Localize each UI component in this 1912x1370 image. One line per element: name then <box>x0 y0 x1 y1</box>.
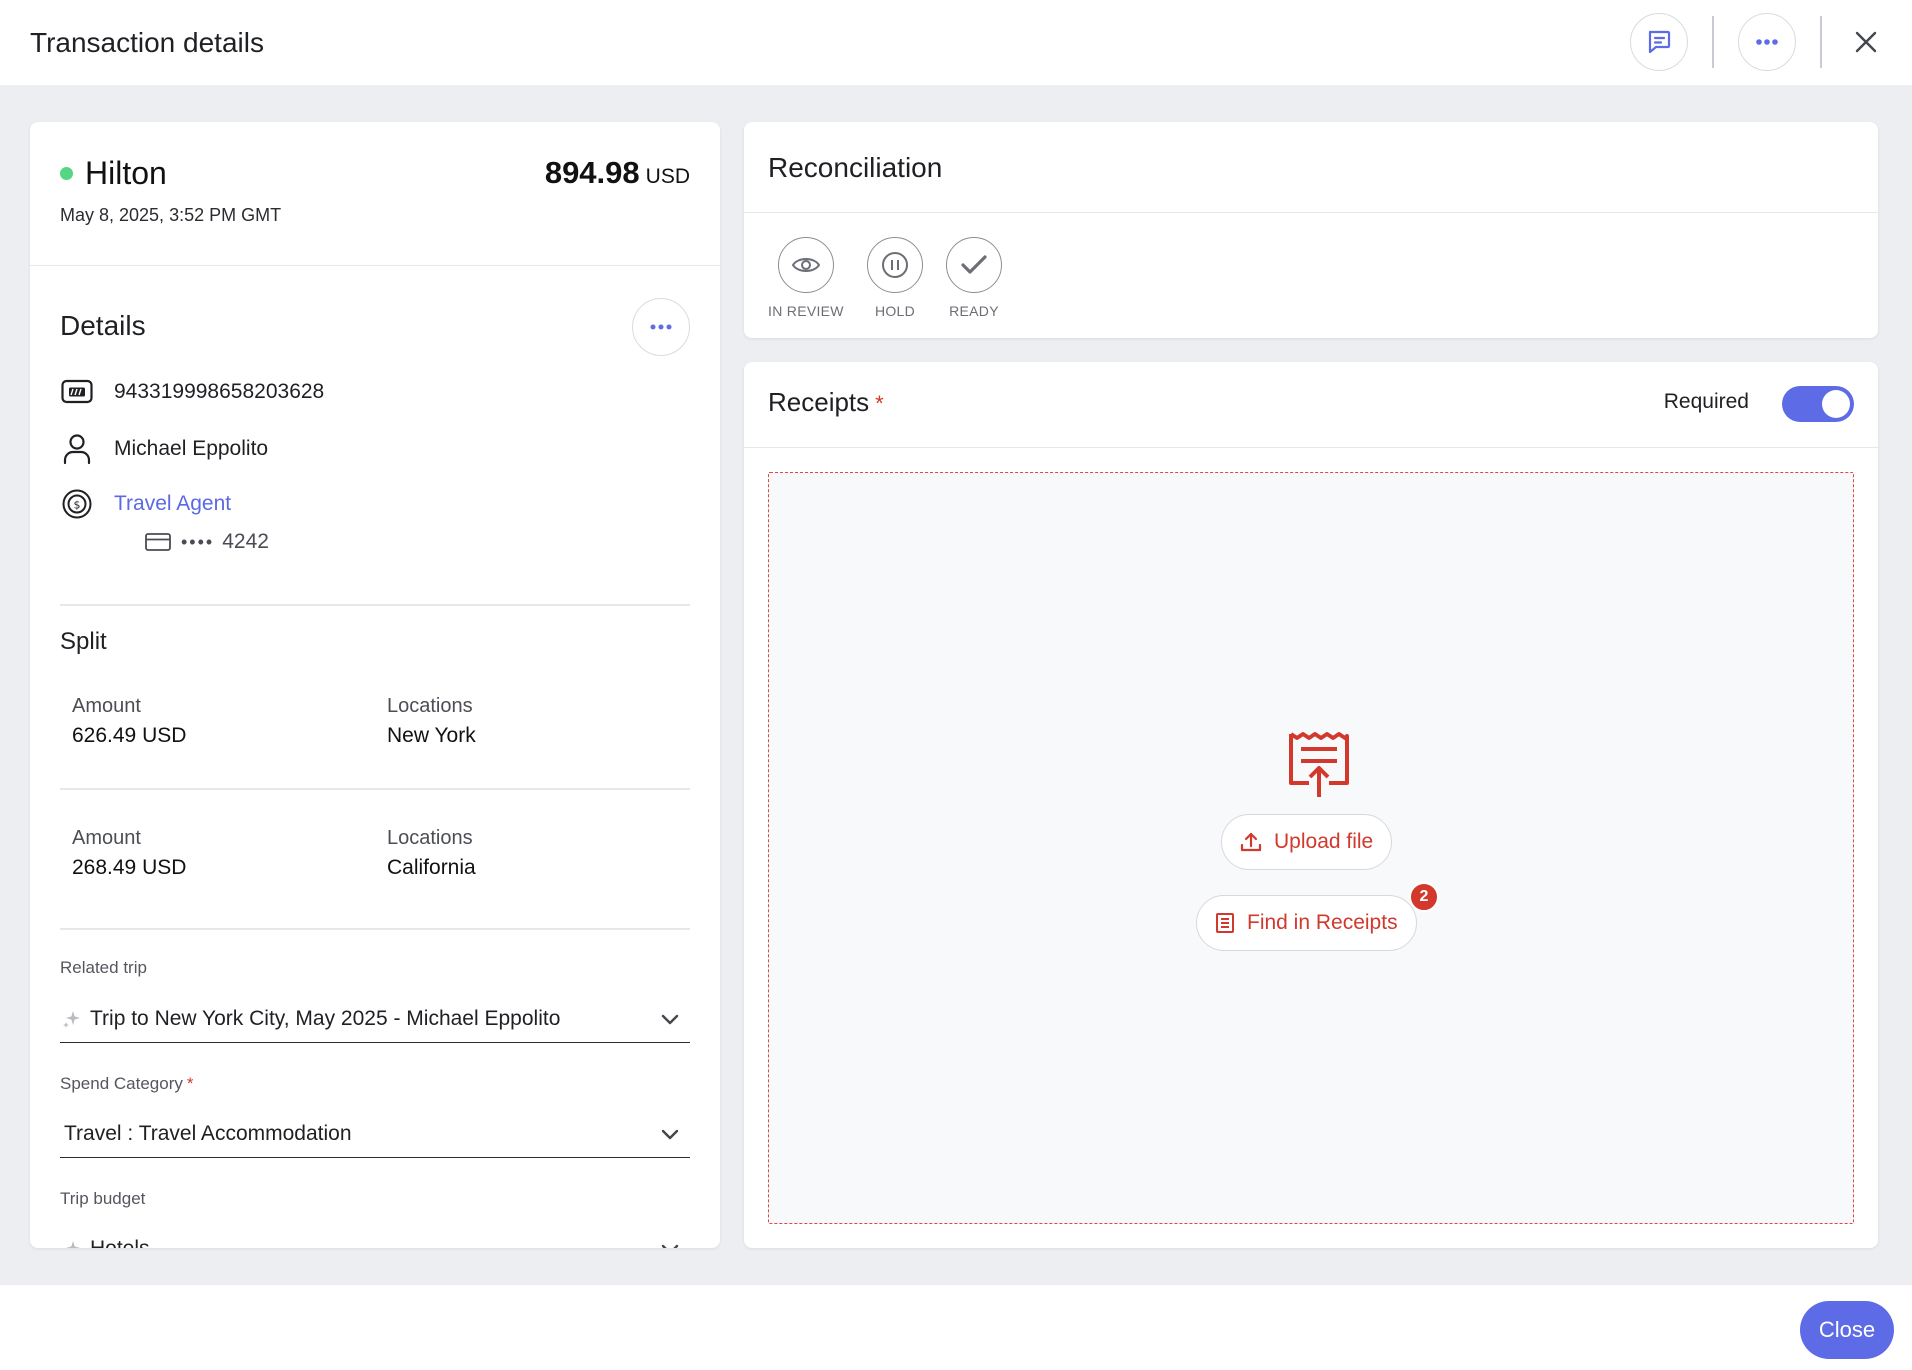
toggle-knob <box>1822 390 1850 418</box>
reconciliation-heading: Reconciliation <box>744 122 1878 213</box>
pause-icon <box>867 237 923 293</box>
related-trip-label: Related trip <box>60 958 147 977</box>
split-amount-label: Amount <box>72 695 141 717</box>
transaction-date: May 8, 2025, 3:52 PM GMT <box>60 205 282 225</box>
comments-button[interactable] <box>1630 13 1688 71</box>
receipt-dropzone[interactable]: Upload file Find in Receipts 2 <box>768 472 1854 1224</box>
sparkle-icon <box>62 1009 86 1029</box>
cardholder-row: Michael Eppolito <box>60 432 268 466</box>
transaction-id-row: 943319998658203628 <box>60 375 324 409</box>
split-location-value: California <box>387 856 476 879</box>
merchant-name: Hilton <box>85 155 167 191</box>
split-amount-value: 626.49 USD <box>72 724 187 747</box>
more-horizontal-icon <box>1756 39 1778 45</box>
required-toggle[interactable] <box>1782 386 1854 422</box>
chevron-down-icon <box>658 1013 682 1025</box>
divider <box>60 788 690 790</box>
split-heading: Split <box>60 628 107 655</box>
card-mask-dots: •••• <box>181 531 215 552</box>
status-label: READY <box>949 303 999 319</box>
receipts-card: Receipts * Required Upload file Find in … <box>744 362 1878 1248</box>
required-asterisk: * <box>875 391 884 416</box>
split-location-2: Locations California <box>387 827 476 880</box>
find-in-receipts-label: Find in Receipts <box>1247 911 1398 934</box>
receipts-header: Receipts * Required <box>744 362 1878 448</box>
receipts-title: Receipts <box>768 387 870 417</box>
amount-value: 894.98 <box>544 155 640 190</box>
chat-icon <box>1648 30 1671 54</box>
split-location-label: Locations <box>387 695 473 717</box>
sparkle-icon <box>62 1239 86 1248</box>
upload-file-button[interactable]: Upload file <box>1221 814 1393 870</box>
status-ready[interactable]: READY <box>946 237 1002 319</box>
upload-file-label: Upload file <box>1274 830 1374 853</box>
spend-category-label: Spend Category * <box>60 1074 194 1094</box>
transaction-card: Hilton May 8, 2025, 3:52 PM GMT 894.98 US… <box>30 122 720 1248</box>
spend-category-select[interactable]: Travel : Travel Accommodation <box>60 1110 690 1158</box>
check-icon <box>946 237 1002 293</box>
spend-category-value: Travel : Travel Accommodation <box>64 1121 352 1145</box>
status-dot <box>60 167 73 180</box>
receipts-heading: Receipts * <box>768 387 884 418</box>
receipt-list-icon <box>1215 912 1235 934</box>
more-horizontal-icon <box>650 324 672 330</box>
status-hold[interactable]: HOLD <box>867 237 923 319</box>
split-amount-value: 268.49 USD <box>72 856 187 879</box>
close-icon <box>1855 31 1877 53</box>
close-icon-button[interactable] <box>1846 22 1886 62</box>
credit-card-icon <box>145 533 171 551</box>
card-chip-icon <box>60 375 94 409</box>
trip-budget-select[interactable]: Hotels <box>60 1225 690 1248</box>
dollar-coin-icon: $ <box>60 487 94 521</box>
status-in-review[interactable]: IN REVIEW <box>768 237 844 319</box>
cardholder-name: Michael Eppolito <box>114 437 269 460</box>
trip-budget-value: Hotels <box>90 1236 150 1249</box>
close-button[interactable]: Close <box>1800 1301 1894 1359</box>
details-more-button[interactable] <box>632 298 690 356</box>
amount-currency: USD <box>645 165 690 188</box>
split-location-value: New York <box>387 724 476 747</box>
eye-icon <box>777 237 834 293</box>
upload-icon <box>1240 832 1262 852</box>
divider <box>60 604 690 606</box>
split-location-1: Locations New York <box>387 695 476 748</box>
status-label: IN REVIEW <box>768 303 844 319</box>
card-number: •••• 4242 <box>145 530 269 554</box>
transaction-id: 943319998658203628 <box>114 380 325 403</box>
header-bar: Transaction details <box>0 0 1912 85</box>
user-icon <box>60 432 94 466</box>
receipts-count-badge: 2 <box>1409 882 1439 912</box>
chevron-down-icon <box>658 1128 682 1140</box>
spend-category-label-text: Spend Category <box>60 1074 183 1093</box>
related-trip-select[interactable]: Trip to New York City, May 2025 - Michae… <box>60 995 690 1043</box>
required-toggle-label: Required <box>1663 390 1749 413</box>
card-last4: 4242 <box>222 530 269 553</box>
receipt-upload-icon <box>1289 731 1349 804</box>
page-title: Transaction details <box>30 26 264 58</box>
related-trip-value: Trip to New York City, May 2025 - Michae… <box>90 1006 561 1030</box>
split-amount-1: Amount 626.49 USD <box>72 695 186 748</box>
transaction-amount: 894.98 USD <box>545 155 690 191</box>
split-amount-2: Amount 268.49 USD <box>72 827 186 880</box>
find-in-receipts-button[interactable]: Find in Receipts <box>1196 895 1417 951</box>
content-area: Hilton May 8, 2025, 3:52 PM GMT 894.98 US… <box>0 85 1912 1285</box>
merchant-summary: Hilton May 8, 2025, 3:52 PM GMT 894.98 US… <box>30 122 720 266</box>
status-label: HOLD <box>874 303 916 319</box>
svg-text:$: $ <box>74 499 81 512</box>
chevron-down-icon <box>658 1243 682 1248</box>
card-program-row: $ Travel Agent <box>60 487 231 521</box>
header-divider <box>1712 16 1714 68</box>
details-heading: Details <box>60 310 146 341</box>
reconciliation-card: Reconciliation IN REVIEW HOLD READY <box>744 122 1878 338</box>
header-divider <box>1820 16 1822 68</box>
split-amount-label: Amount <box>72 827 141 849</box>
trip-budget-label: Trip budget <box>60 1189 146 1208</box>
divider <box>60 928 690 930</box>
footer-bar: Close <box>0 1285 1912 1370</box>
card-program-link[interactable]: Travel Agent <box>114 492 231 516</box>
split-location-label: Locations <box>387 827 473 849</box>
more-options-button[interactable] <box>1738 13 1796 71</box>
header-actions <box>1630 12 1886 72</box>
required-asterisk: * <box>186 1074 194 1093</box>
